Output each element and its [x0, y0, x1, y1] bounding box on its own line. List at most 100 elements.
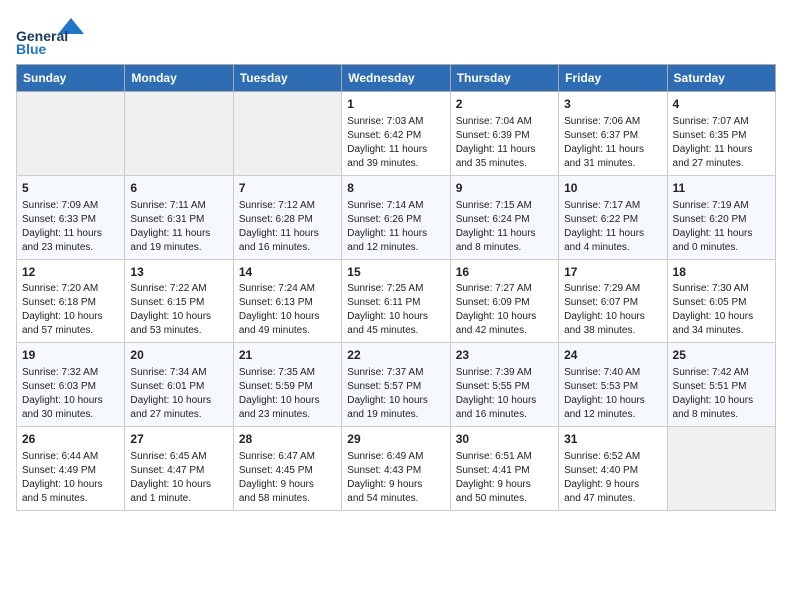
- day-info: Sunrise: 6:51 AM Sunset: 4:41 PM Dayligh…: [456, 450, 553, 506]
- calendar-cell: 22Sunrise: 7:37 AM Sunset: 5:57 PM Dayli…: [342, 343, 450, 427]
- day-info: Sunrise: 7:24 AM Sunset: 6:13 PM Dayligh…: [239, 282, 336, 338]
- day-info: Sunrise: 7:03 AM Sunset: 6:42 PM Dayligh…: [347, 115, 444, 171]
- calendar-cell: 23 Sunrise: 7:39 AM Sunset: 5:55 PM Dayli…: [450, 343, 558, 427]
- day-number: 31: [564, 431, 661, 448]
- day-info: Sunrise: 7:34 AM Sunset: 6:01 PM Dayligh…: [130, 366, 227, 422]
- day-info: Sunrise: 6:45 AM Sunset: 4:47 PM Dayligh…: [130, 450, 227, 506]
- svg-text:Blue: Blue: [16, 41, 47, 56]
- calendar-cell: 20 Sunrise: 7:34 AM Sunset: 6:01 PM Dayli…: [125, 343, 233, 427]
- day-info: Sunrise: 7:39 AM Sunset: 5:55 PM Dayligh…: [456, 366, 553, 422]
- header-saturday: Saturday: [667, 65, 775, 92]
- day-number: 24: [564, 347, 661, 364]
- day-number: 14: [239, 264, 336, 281]
- calendar-cell: 15Sunrise: 7:25 AM Sunset: 6:11 PM Dayli…: [342, 259, 450, 343]
- day-info: Sunrise: 7:22 AM Sunset: 6:15 PM Dayligh…: [130, 282, 227, 338]
- calendar-cell: [233, 92, 341, 176]
- day-info: Sunrise: 6:52 AM Sunset: 4:40 PM Dayligh…: [564, 450, 661, 506]
- day-number: 19: [22, 347, 119, 364]
- day-number: 8: [347, 180, 444, 197]
- calendar-cell: [125, 92, 233, 176]
- day-number: 28: [239, 431, 336, 448]
- day-number: 15: [347, 264, 444, 281]
- day-info: Sunrise: 7:14 AM Sunset: 6:26 PM Dayligh…: [347, 199, 444, 255]
- day-number: 20: [130, 347, 227, 364]
- calendar-cell: 2Sunrise: 7:04 AM Sunset: 6:39 PM Daylig…: [450, 92, 558, 176]
- calendar-cell: 14Sunrise: 7:24 AM Sunset: 6:13 PM Dayli…: [233, 259, 341, 343]
- calendar-cell: 7Sunrise: 7:12 AM Sunset: 6:28 PM Daylig…: [233, 175, 341, 259]
- day-info: Sunrise: 7:11 AM Sunset: 6:31 PM Dayligh…: [130, 199, 227, 255]
- day-info: Sunrise: 7:30 AM Sunset: 6:05 PM Dayligh…: [673, 282, 770, 338]
- calendar-cell: 27 Sunrise: 6:45 AM Sunset: 4:47 PM Dayli…: [125, 427, 233, 511]
- calendar-cell: 17Sunrise: 7:29 AM Sunset: 6:07 PM Dayli…: [559, 259, 667, 343]
- day-number: 18: [673, 264, 770, 281]
- day-info: Sunrise: 7:20 AM Sunset: 6:18 PM Dayligh…: [22, 282, 119, 338]
- calendar-cell: 25Sunrise: 7:42 AM Sunset: 5:51 PM Dayli…: [667, 343, 775, 427]
- calendar-cell: [667, 427, 775, 511]
- day-number: 5: [22, 180, 119, 197]
- day-info: Sunrise: 7:09 AM Sunset: 6:33 PM Dayligh…: [22, 199, 119, 255]
- calendar-week-2: 5 Sunrise: 7:09 AM Sunset: 6:33 PM Daylig…: [17, 175, 776, 259]
- day-info: Sunrise: 7:27 AM Sunset: 6:09 PM Dayligh…: [456, 282, 553, 338]
- header-thursday: Thursday: [450, 65, 558, 92]
- calendar-cell: 11 Sunrise: 7:19 AM Sunset: 6:20 PM Dayli…: [667, 175, 775, 259]
- calendar-cell: 24 Sunrise: 7:40 AM Sunset: 5:53 PM Dayli…: [559, 343, 667, 427]
- day-info: Sunrise: 7:19 AM Sunset: 6:20 PM Dayligh…: [673, 199, 770, 255]
- day-info: Sunrise: 6:47 AM Sunset: 4:45 PM Dayligh…: [239, 450, 336, 506]
- logo-svg: GeneralBlue: [16, 16, 86, 56]
- day-info: Sunrise: 7:37 AM Sunset: 5:57 PM Dayligh…: [347, 366, 444, 422]
- day-number: 30: [456, 431, 553, 448]
- day-info: Sunrise: 7:42 AM Sunset: 5:51 PM Dayligh…: [673, 366, 770, 422]
- header-wednesday: Wednesday: [342, 65, 450, 92]
- calendar-cell: 4 Sunrise: 7:07 AM Sunset: 6:35 PM Daylig…: [667, 92, 775, 176]
- calendar-week-1: 1 Sunrise: 7:03 AM Sunset: 6:42 PM Daylig…: [17, 92, 776, 176]
- calendar-cell: 21 Sunrise: 7:35 AM Sunset: 5:59 PM Dayli…: [233, 343, 341, 427]
- day-number: 23: [456, 347, 553, 364]
- day-number: 9: [456, 180, 553, 197]
- calendar-cell: 3Sunrise: 7:06 AM Sunset: 6:37 PM Daylig…: [559, 92, 667, 176]
- calendar-cell: 12Sunrise: 7:20 AM Sunset: 6:18 PM Dayli…: [17, 259, 125, 343]
- day-info: Sunrise: 6:44 AM Sunset: 4:49 PM Dayligh…: [22, 450, 119, 506]
- day-number: 27: [130, 431, 227, 448]
- day-info: Sunrise: 7:40 AM Sunset: 5:53 PM Dayligh…: [564, 366, 661, 422]
- calendar-cell: 26 Sunrise: 6:44 AM Sunset: 4:49 PM Dayli…: [17, 427, 125, 511]
- day-info: Sunrise: 6:49 AM Sunset: 4:43 PM Dayligh…: [347, 450, 444, 506]
- day-number: 6: [130, 180, 227, 197]
- day-info: Sunrise: 7:06 AM Sunset: 6:37 PM Dayligh…: [564, 115, 661, 171]
- day-info: Sunrise: 7:29 AM Sunset: 6:07 PM Dayligh…: [564, 282, 661, 338]
- calendar-cell: 28 Sunrise: 6:47 AM Sunset: 4:45 PM Dayli…: [233, 427, 341, 511]
- day-info: Sunrise: 7:35 AM Sunset: 5:59 PM Dayligh…: [239, 366, 336, 422]
- calendar-week-5: 26 Sunrise: 6:44 AM Sunset: 4:49 PM Dayli…: [17, 427, 776, 511]
- logo: GeneralBlue: [16, 16, 86, 56]
- day-info: Sunrise: 7:17 AM Sunset: 6:22 PM Dayligh…: [564, 199, 661, 255]
- header-tuesday: Tuesday: [233, 65, 341, 92]
- header-sunday: Sunday: [17, 65, 125, 92]
- calendar-cell: [17, 92, 125, 176]
- header-monday: Monday: [125, 65, 233, 92]
- day-number: 17: [564, 264, 661, 281]
- calendar-table: SundayMondayTuesdayWednesdayThursdayFrid…: [16, 64, 776, 511]
- calendar-cell: 31 Sunrise: 6:52 AM Sunset: 4:40 PM Dayli…: [559, 427, 667, 511]
- page-header: GeneralBlue: [16, 16, 776, 56]
- calendar-cell: 10Sunrise: 7:17 AM Sunset: 6:22 PM Dayli…: [559, 175, 667, 259]
- day-number: 21: [239, 347, 336, 364]
- calendar-cell: 18Sunrise: 7:30 AM Sunset: 6:05 PM Dayli…: [667, 259, 775, 343]
- calendar-week-4: 19Sunrise: 7:32 AM Sunset: 6:03 PM Dayli…: [17, 343, 776, 427]
- calendar-cell: 19Sunrise: 7:32 AM Sunset: 6:03 PM Dayli…: [17, 343, 125, 427]
- day-info: Sunrise: 7:25 AM Sunset: 6:11 PM Dayligh…: [347, 282, 444, 338]
- day-info: Sunrise: 7:12 AM Sunset: 6:28 PM Dayligh…: [239, 199, 336, 255]
- calendar-cell: 8 Sunrise: 7:14 AM Sunset: 6:26 PM Daylig…: [342, 175, 450, 259]
- calendar-cell: 29 Sunrise: 6:49 AM Sunset: 4:43 PM Dayli…: [342, 427, 450, 511]
- day-info: Sunrise: 7:07 AM Sunset: 6:35 PM Dayligh…: [673, 115, 770, 171]
- calendar-week-3: 12Sunrise: 7:20 AM Sunset: 6:18 PM Dayli…: [17, 259, 776, 343]
- calendar-cell: 9Sunrise: 7:15 AM Sunset: 6:24 PM Daylig…: [450, 175, 558, 259]
- day-number: 11: [673, 180, 770, 197]
- calendar-cell: 13Sunrise: 7:22 AM Sunset: 6:15 PM Dayli…: [125, 259, 233, 343]
- header-friday: Friday: [559, 65, 667, 92]
- calendar-cell: 1 Sunrise: 7:03 AM Sunset: 6:42 PM Daylig…: [342, 92, 450, 176]
- day-number: 26: [22, 431, 119, 448]
- day-number: 4: [673, 96, 770, 113]
- day-number: 29: [347, 431, 444, 448]
- day-number: 13: [130, 264, 227, 281]
- day-number: 16: [456, 264, 553, 281]
- day-number: 1: [347, 96, 444, 113]
